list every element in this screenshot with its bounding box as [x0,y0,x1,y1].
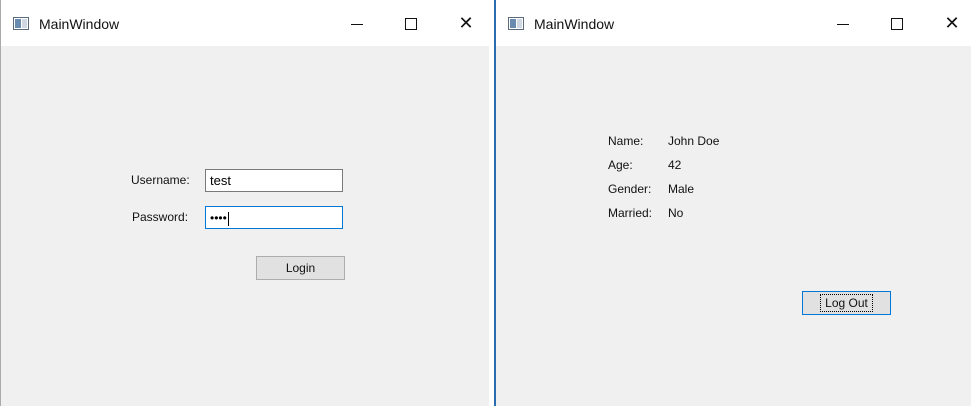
username-value: test [210,173,231,188]
married-value: No [668,206,684,220]
maximize-button[interactable] [882,10,912,38]
window-title: MainWindow [534,16,615,32]
close-button[interactable]: ✕ [451,10,481,38]
username-label: Username: [131,173,190,187]
login-button-label: Login [285,261,316,275]
login-button[interactable]: Login [256,256,345,280]
window-title: MainWindow [39,16,120,32]
married-label: Married: [608,206,653,220]
gender-value: Male [668,182,695,196]
password-input[interactable]: •••• [205,206,343,229]
name-label: Name: [608,134,644,148]
minimize-icon [351,23,363,25]
age-label: Age: [608,158,633,172]
app-window-icon [13,17,29,30]
minimize-button[interactable] [828,10,858,38]
close-icon: ✕ [458,13,474,34]
username-input[interactable]: test [205,169,343,192]
profile-window: MainWindow ✕ Name: John Doe Age: 42 Gend… [496,0,971,406]
logout-button-label: Log Out [820,294,873,312]
maximize-button[interactable] [396,10,426,38]
logout-button[interactable]: Log Out [802,291,891,315]
minimize-button[interactable] [342,10,372,38]
gender-label: Gender: [608,182,652,196]
app-window-icon [508,17,524,30]
password-label: Password: [132,210,189,224]
maximize-icon [405,18,417,30]
minimize-icon [837,23,849,25]
titlebar[interactable]: MainWindow ✕ [496,0,971,46]
text-caret [227,211,229,226]
titlebar[interactable]: MainWindow ✕ [1,0,489,46]
password-value: •••• [210,211,227,225]
close-icon: ✕ [944,13,960,34]
age-value: 42 [668,158,682,172]
name-value: John Doe [668,134,720,148]
close-button[interactable]: ✕ [937,10,967,38]
maximize-icon [891,18,903,30]
login-window: MainWindow ✕ Username: test Password: ••… [0,0,489,406]
